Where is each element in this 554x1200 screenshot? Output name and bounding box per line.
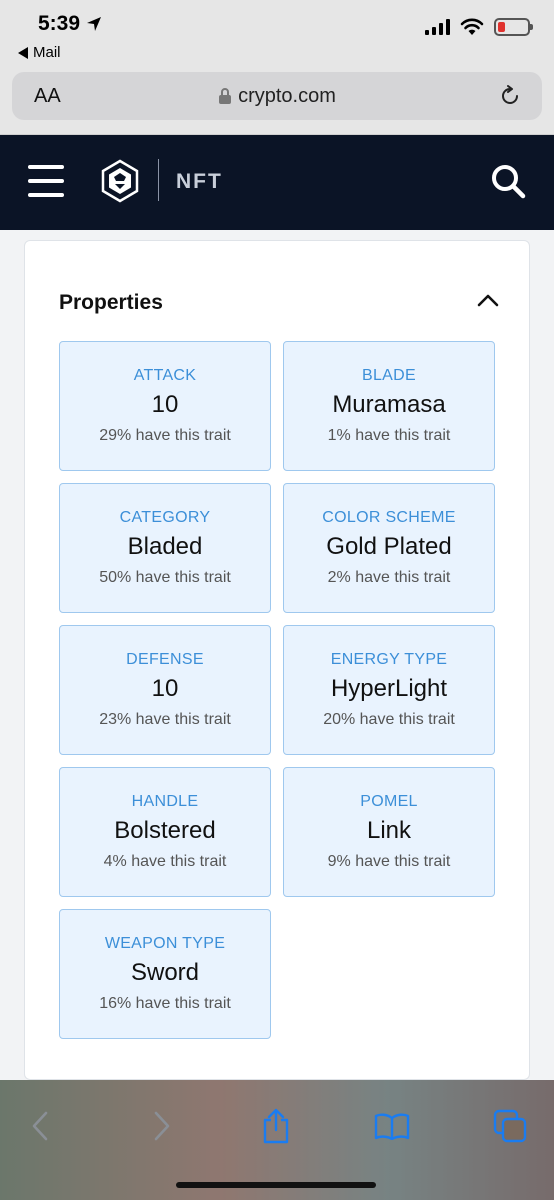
back-triangle-icon [18, 46, 28, 59]
battery-icon [494, 18, 533, 36]
site-header: NFT [0, 135, 554, 230]
nft-section-link[interactable]: NFT [176, 170, 223, 194]
trait-color-scheme[interactable]: COLOR SCHEME Gold Plated 2% have this tr… [283, 483, 495, 613]
trait-value: Muramasa [332, 391, 446, 418]
trait-label: ENERGY TYPE [330, 651, 448, 668]
search-icon[interactable] [490, 163, 526, 199]
tabs-icon [493, 1109, 527, 1143]
back-app-label: Mail [33, 44, 61, 61]
chevron-left-icon [32, 1111, 48, 1141]
hamburger-menu-icon[interactable] [28, 165, 64, 197]
browser-chrome-top: 5:39 Mail AA crypto.com [0, 0, 554, 135]
status-time: 5:39 [38, 12, 102, 36]
trait-rarity: 9% have this trait [327, 853, 451, 870]
chevron-right-icon [154, 1111, 170, 1141]
trait-rarity: 50% have this trait [99, 569, 231, 586]
trait-label: WEAPON TYPE [104, 935, 226, 952]
trait-rarity: 20% have this trait [323, 711, 455, 728]
location-arrow-icon [87, 17, 102, 31]
trait-rarity: 1% have this trait [327, 427, 451, 444]
wifi-icon [460, 18, 484, 35]
properties-title: Properties [59, 291, 163, 314]
trait-handle[interactable]: HANDLE Bolstered 4% have this trait [59, 767, 271, 897]
trait-rarity: 16% have this trait [99, 995, 231, 1012]
trait-label: CATEGORY [119, 509, 211, 526]
trait-label: POMEL [360, 793, 418, 810]
trait-energy-type[interactable]: ENERGY TYPE HyperLight 20% have this tra… [283, 625, 495, 755]
trait-value: 10 [151, 391, 179, 418]
trait-blade[interactable]: BLADE Muramasa 1% have this trait [283, 341, 495, 471]
url-display[interactable]: crypto.com [12, 85, 542, 108]
trait-value: Link [366, 817, 412, 844]
crypto-com-logo[interactable] [100, 159, 140, 203]
text-size-button[interactable]: AA [34, 85, 61, 108]
lock-icon [219, 88, 232, 104]
address-bar[interactable]: AA crypto.com [12, 72, 542, 120]
trait-label: HANDLE [131, 793, 199, 810]
trait-rarity: 29% have this trait [99, 427, 231, 444]
trait-value: 10 [151, 675, 179, 702]
share-button[interactable] [254, 1104, 298, 1148]
cellular-signal-icon [425, 19, 450, 35]
trait-rarity: 4% have this trait [103, 853, 227, 870]
status-time-text: 5:39 [38, 12, 81, 35]
trait-label: ATTACK [133, 367, 197, 384]
trait-label: DEFENSE [126, 651, 204, 668]
chevron-up-icon[interactable] [477, 293, 499, 307]
trait-weapon-type[interactable]: WEAPON TYPE Sword 16% have this trait [59, 909, 271, 1039]
back-to-app-link[interactable]: Mail [18, 44, 61, 61]
trait-value: Bolstered [114, 817, 216, 844]
trait-label: COLOR SCHEME [322, 509, 456, 526]
back-button[interactable] [18, 1104, 62, 1148]
header-divider [158, 159, 159, 201]
trait-label: BLADE [362, 367, 416, 384]
trait-value: Bladed [127, 533, 203, 560]
trait-attack[interactable]: ATTACK 10 29% have this trait [59, 341, 271, 471]
url-text: crypto.com [238, 84, 336, 107]
trait-value: Sword [130, 959, 200, 986]
share-icon [263, 1108, 289, 1144]
forward-button[interactable] [140, 1104, 184, 1148]
trait-value: HyperLight [330, 675, 448, 702]
trait-defense[interactable]: DEFENSE 10 23% have this trait [59, 625, 271, 755]
tabs-button[interactable] [488, 1104, 532, 1148]
trait-category[interactable]: CATEGORY Bladed 50% have this trait [59, 483, 271, 613]
trait-rarity: 2% have this trait [327, 569, 451, 586]
status-indicators [425, 18, 533, 36]
home-indicator [176, 1182, 376, 1188]
trait-pomel[interactable]: POMEL Link 9% have this trait [283, 767, 495, 897]
reload-icon[interactable] [498, 84, 522, 108]
bookmarks-button[interactable] [370, 1104, 414, 1148]
properties-card: Properties ATTACK 10 29% have this trait… [24, 240, 530, 1080]
trait-value: Gold Plated [326, 533, 452, 560]
trait-rarity: 23% have this trait [99, 711, 231, 728]
traits-grid: ATTACK 10 29% have this trait BLADE Mura… [59, 341, 497, 1039]
book-icon [374, 1113, 410, 1140]
